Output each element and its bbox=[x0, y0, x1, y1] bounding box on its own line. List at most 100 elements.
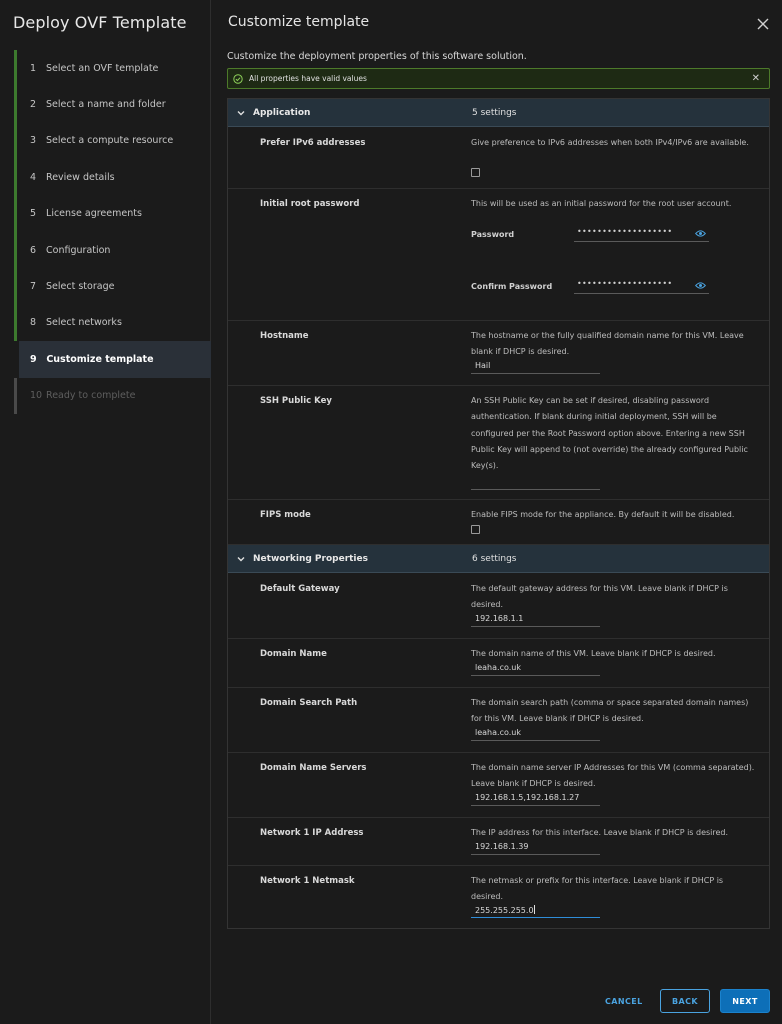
properties-table: Application 5 settings Prefer IPv6 addre… bbox=[227, 98, 770, 929]
domain-name-input[interactable]: leaha.co.uk bbox=[471, 661, 600, 676]
property-label: Default Gateway bbox=[260, 584, 340, 594]
property-row-gateway: Default Gateway The default gateway addr… bbox=[228, 574, 769, 639]
check-circle-icon bbox=[233, 73, 243, 84]
next-button[interactable]: NEXT bbox=[720, 989, 770, 1013]
search-path-input[interactable]: leaha.co.uk bbox=[471, 726, 600, 741]
step-label: Select an OVF template bbox=[46, 62, 159, 74]
group-count: 5 settings bbox=[472, 107, 517, 118]
step-label: License agreements bbox=[46, 208, 142, 220]
property-row-hostname: Hostname The hostname or the fully quali… bbox=[228, 321, 769, 386]
property-description: Enable FIPS mode for the appliance. By d… bbox=[471, 510, 735, 519]
step-number: 8 bbox=[30, 317, 37, 329]
step-item-3[interactable]: 3 Select a compute resource bbox=[14, 122, 211, 160]
step-label: Select a compute resource bbox=[46, 135, 174, 147]
property-row-ip-address: Network 1 IP Address The IP address for … bbox=[228, 818, 769, 866]
step-label: Select networks bbox=[46, 317, 122, 329]
back-button[interactable]: BACK bbox=[660, 989, 710, 1013]
page-title: Customize template bbox=[228, 14, 370, 30]
password-value: ••••••••••••••••••• bbox=[577, 227, 673, 236]
property-description: The default gateway address for this VM.… bbox=[471, 584, 728, 610]
hostname-input[interactable]: Hail bbox=[471, 359, 600, 374]
property-description: The domain search path (comma or space s… bbox=[471, 698, 749, 724]
group-label: Application bbox=[253, 107, 311, 118]
property-row-ssh-key: SSH Public Key An SSH Public Key can be … bbox=[228, 386, 769, 500]
show-password-icon[interactable] bbox=[695, 281, 706, 290]
property-description: The hostname or the fully qualified doma… bbox=[471, 331, 744, 357]
confirm-password-field[interactable]: ••••••••••••••••••• bbox=[574, 279, 709, 294]
step-number: 1 bbox=[30, 62, 37, 74]
property-description: The domain name server IP Addresses for … bbox=[471, 763, 755, 789]
step-label: Select storage bbox=[46, 281, 115, 293]
property-label: Domain Search Path bbox=[260, 698, 358, 708]
property-label: Prefer IPv6 addresses bbox=[260, 138, 366, 148]
step-item-9-active[interactable]: 9 Customize template bbox=[19, 341, 211, 378]
step-number: 4 bbox=[30, 171, 37, 183]
chevron-down-icon bbox=[237, 110, 245, 115]
netmask-value: 255.255.255.0 bbox=[475, 906, 534, 915]
step-number: 10 bbox=[30, 390, 43, 402]
step-item-6[interactable]: 6 Configuration bbox=[14, 231, 211, 269]
property-label: Network 1 Netmask bbox=[260, 876, 355, 886]
step-number: 6 bbox=[30, 244, 37, 256]
group-header-application[interactable]: Application 5 settings bbox=[228, 99, 769, 127]
step-item-2[interactable]: 2 Select a name and folder bbox=[14, 86, 211, 123]
ssh-key-input[interactable] bbox=[471, 475, 600, 490]
step-item-4[interactable]: 4 Review details bbox=[14, 159, 211, 196]
step-label: Review details bbox=[46, 171, 115, 183]
property-label: FIPS mode bbox=[260, 510, 311, 520]
property-row-search-path: Domain Search Path The domain search pat… bbox=[228, 688, 769, 753]
property-description: An SSH Public Key can be set if desired,… bbox=[471, 396, 748, 471]
step-item-8[interactable]: 8 Select networks bbox=[14, 304, 211, 342]
netmask-input[interactable]: 255.255.255.0 bbox=[471, 903, 600, 918]
group-label: Networking Properties bbox=[253, 553, 368, 564]
dns-input[interactable]: 192.168.1.5,192.168.1.27 bbox=[471, 791, 600, 806]
page-subtitle: Customize the deployment properties of t… bbox=[227, 51, 527, 62]
property-row-root-password: Initial root password This will be used … bbox=[228, 189, 769, 321]
group-header-networking[interactable]: Networking Properties 6 settings bbox=[228, 545, 769, 573]
dismiss-alert-icon[interactable]: ✕ bbox=[752, 73, 760, 84]
cancel-button[interactable]: CANCEL bbox=[605, 997, 643, 1006]
text-caret bbox=[533, 905, 535, 914]
property-row-domain-name: Domain Name The domain name of this VM. … bbox=[228, 639, 769, 688]
property-label: Domain Name Servers bbox=[260, 763, 367, 773]
confirm-password-value: ••••••••••••••••••• bbox=[577, 279, 673, 288]
step-item-10: 10 Ready to complete bbox=[14, 377, 211, 414]
gateway-input[interactable]: 192.168.1.1 bbox=[471, 612, 600, 627]
password-field[interactable]: ••••••••••••••••••• bbox=[574, 227, 709, 242]
show-password-icon[interactable] bbox=[695, 229, 706, 238]
step-number: 3 bbox=[30, 135, 37, 147]
property-row-dns: Domain Name Servers The domain name serv… bbox=[228, 753, 769, 818]
wizard-sidebar: Deploy OVF Template 1 Select an OVF temp… bbox=[0, 0, 211, 1024]
step-item-5[interactable]: 5 License agreements bbox=[14, 195, 211, 232]
step-label: Configuration bbox=[46, 244, 111, 256]
password-label: Password bbox=[471, 230, 515, 239]
chevron-down-icon bbox=[237, 556, 245, 561]
property-description: The IP address for this interface. Leave… bbox=[471, 828, 729, 837]
step-number: 2 bbox=[30, 99, 37, 111]
property-label: Network 1 IP Address bbox=[260, 828, 364, 838]
step-label: Customize template bbox=[46, 353, 154, 365]
step-item-1[interactable]: 1 Select an OVF template bbox=[14, 50, 211, 87]
step-item-7[interactable]: 7 Select storage bbox=[14, 268, 211, 305]
main-panel: Customize template Customize the deploym… bbox=[211, 0, 782, 1024]
step-list: 1 Select an OVF template 2 Select a name… bbox=[14, 50, 211, 414]
property-row-netmask: Network 1 Netmask The netmask or prefix … bbox=[228, 866, 769, 928]
close-icon[interactable] bbox=[756, 17, 770, 31]
property-label: SSH Public Key bbox=[260, 396, 332, 406]
property-description: The netmask or prefix for this interface… bbox=[471, 876, 724, 902]
property-description: This will be used as an initial password… bbox=[471, 199, 732, 208]
alert-text: All properties have valid values bbox=[249, 74, 367, 83]
step-number: 5 bbox=[30, 208, 37, 220]
property-row-prefer-ipv6: Prefer IPv6 addresses Give preference to… bbox=[228, 128, 769, 189]
property-row-fips: FIPS mode Enable FIPS mode for the appli… bbox=[228, 500, 769, 545]
fips-checkbox[interactable] bbox=[471, 525, 480, 534]
success-alert: All properties have valid values ✕ bbox=[227, 68, 770, 89]
step-label: Select a name and folder bbox=[46, 99, 166, 111]
property-description: Give preference to IPv6 addresses when b… bbox=[471, 138, 749, 147]
ip-address-input[interactable]: 192.168.1.39 bbox=[471, 840, 600, 855]
property-description: The domain name of this VM. Leave blank … bbox=[471, 649, 716, 658]
prefer-ipv6-checkbox[interactable] bbox=[471, 168, 480, 177]
step-label: Ready to complete bbox=[46, 390, 136, 402]
step-number: 7 bbox=[30, 281, 37, 293]
wizard-title: Deploy OVF Template bbox=[13, 13, 187, 32]
